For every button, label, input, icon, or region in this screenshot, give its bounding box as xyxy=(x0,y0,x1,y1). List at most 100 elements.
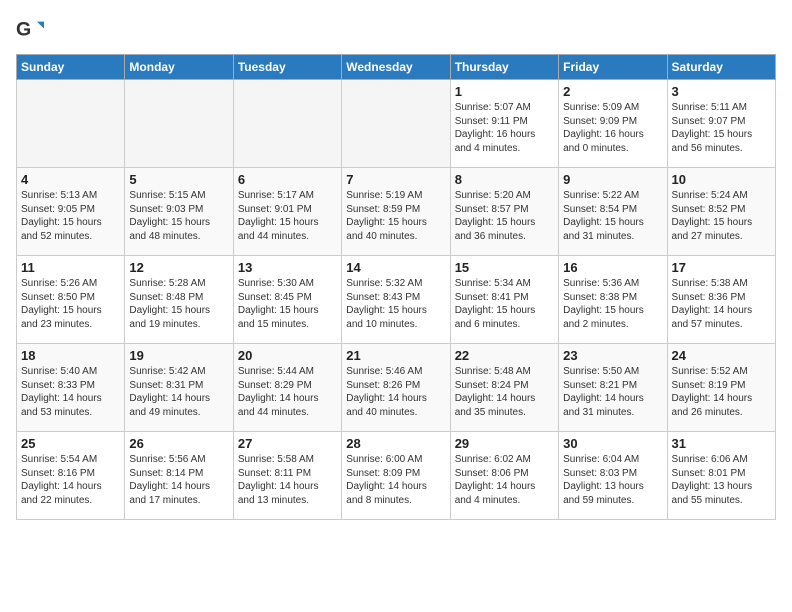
day-info: Sunrise: 5:17 AM Sunset: 9:01 PM Dayligh… xyxy=(238,189,337,243)
calendar-table: SundayMondayTuesdayWednesdayThursdayFrid… xyxy=(16,54,776,520)
day-number: 17 xyxy=(672,260,771,275)
day-info: Sunrise: 5:44 AM Sunset: 8:29 PM Dayligh… xyxy=(238,365,337,419)
day-number: 18 xyxy=(21,348,120,363)
day-info: Sunrise: 5:19 AM Sunset: 8:59 PM Dayligh… xyxy=(346,189,445,243)
day-number: 4 xyxy=(21,172,120,187)
calendar-cell: 22Sunrise: 5:48 AM Sunset: 8:24 PM Dayli… xyxy=(450,344,558,432)
day-number: 20 xyxy=(238,348,337,363)
day-info: Sunrise: 6:06 AM Sunset: 8:01 PM Dayligh… xyxy=(672,453,771,507)
calendar-cell xyxy=(233,80,341,168)
calendar-cell: 14 Sunrise: 5:32 AM Sunset: 8:43 PM Dayli… xyxy=(342,256,450,344)
calendar-cell: 23Sunrise: 5:50 AM Sunset: 8:21 PM Dayli… xyxy=(559,344,667,432)
day-number: 8 xyxy=(455,172,554,187)
day-number: 9 xyxy=(563,172,662,187)
day-number: 1 xyxy=(455,84,554,99)
day-info: Sunrise: 5:26 AM Sunset: 8:50 PM Dayligh… xyxy=(21,277,120,331)
calendar-week-row: 4 Sunrise: 5:13 AM Sunset: 9:05 PM Daylig… xyxy=(17,168,776,256)
day-info: Sunrise: 5:20 AM Sunset: 8:57 PM Dayligh… xyxy=(455,189,554,243)
calendar-cell: 5 Sunrise: 5:15 AM Sunset: 9:03 PM Daylig… xyxy=(125,168,233,256)
day-number: 19 xyxy=(129,348,228,363)
calendar-header-thursday: Thursday xyxy=(450,55,558,80)
calendar-cell xyxy=(342,80,450,168)
svg-text:G: G xyxy=(16,19,31,41)
day-number: 26 xyxy=(129,436,228,451)
calendar-header-friday: Friday xyxy=(559,55,667,80)
calendar-cell: 7 Sunrise: 5:19 AM Sunset: 8:59 PM Daylig… xyxy=(342,168,450,256)
calendar-week-row: 11 Sunrise: 5:26 AM Sunset: 8:50 PM Dayli… xyxy=(17,256,776,344)
calendar-header-monday: Monday xyxy=(125,55,233,80)
day-number: 24 xyxy=(672,348,771,363)
calendar-cell xyxy=(17,80,125,168)
calendar-cell: 4 Sunrise: 5:13 AM Sunset: 9:05 PM Daylig… xyxy=(17,168,125,256)
day-info: Sunrise: 5:22 AM Sunset: 8:54 PM Dayligh… xyxy=(563,189,662,243)
calendar-cell: 9 Sunrise: 5:22 AM Sunset: 8:54 PM Daylig… xyxy=(559,168,667,256)
calendar-cell: 13 Sunrise: 5:30 AM Sunset: 8:45 PM Dayli… xyxy=(233,256,341,344)
day-number: 11 xyxy=(21,260,120,275)
calendar-cell: 31 Sunrise: 6:06 AM Sunset: 8:01 PM Dayli… xyxy=(667,432,775,520)
day-info: Sunrise: 5:09 AM Sunset: 9:09 PM Dayligh… xyxy=(563,101,662,155)
day-number: 3 xyxy=(672,84,771,99)
day-info: Sunrise: 5:48 AM Sunset: 8:24 PM Dayligh… xyxy=(455,365,554,419)
calendar-cell: 12Sunrise: 5:28 AM Sunset: 8:48 PM Dayli… xyxy=(125,256,233,344)
day-number: 31 xyxy=(672,436,771,451)
day-info: Sunrise: 6:02 AM Sunset: 8:06 PM Dayligh… xyxy=(455,453,554,507)
day-number: 21 xyxy=(346,348,445,363)
day-number: 30 xyxy=(563,436,662,451)
calendar-cell: 28 Sunrise: 6:00 AM Sunset: 8:09 PM Dayli… xyxy=(342,432,450,520)
calendar-cell: 2 Sunrise: 5:09 AM Sunset: 9:09 PM Daylig… xyxy=(559,80,667,168)
day-info: Sunrise: 5:46 AM Sunset: 8:26 PM Dayligh… xyxy=(346,365,445,419)
calendar-cell: 16 Sunrise: 5:36 AM Sunset: 8:38 PM Dayli… xyxy=(559,256,667,344)
calendar-header-wednesday: Wednesday xyxy=(342,55,450,80)
day-number: 29 xyxy=(455,436,554,451)
day-info: Sunrise: 6:00 AM Sunset: 8:09 PM Dayligh… xyxy=(346,453,445,507)
logo-icon: G xyxy=(16,16,44,44)
day-number: 15 xyxy=(455,260,554,275)
calendar-cell: 25Sunrise: 5:54 AM Sunset: 8:16 PM Dayli… xyxy=(17,432,125,520)
calendar-cell: 18 Sunrise: 5:40 AM Sunset: 8:33 PM Dayli… xyxy=(17,344,125,432)
day-info: Sunrise: 5:24 AM Sunset: 8:52 PM Dayligh… xyxy=(672,189,771,243)
day-number: 13 xyxy=(238,260,337,275)
day-info: Sunrise: 5:13 AM Sunset: 9:05 PM Dayligh… xyxy=(21,189,120,243)
page-header: G xyxy=(16,16,776,44)
calendar-week-row: 18 Sunrise: 5:40 AM Sunset: 8:33 PM Dayli… xyxy=(17,344,776,432)
day-number: 2 xyxy=(563,84,662,99)
calendar-cell: 10Sunrise: 5:24 AM Sunset: 8:52 PM Dayli… xyxy=(667,168,775,256)
day-number: 28 xyxy=(346,436,445,451)
calendar-header-tuesday: Tuesday xyxy=(233,55,341,80)
calendar-cell: 19 Sunrise: 5:42 AM Sunset: 8:31 PM Dayli… xyxy=(125,344,233,432)
calendar-cell: 21 Sunrise: 5:46 AM Sunset: 8:26 PM Dayli… xyxy=(342,344,450,432)
calendar-cell: 8 Sunrise: 5:20 AM Sunset: 8:57 PM Daylig… xyxy=(450,168,558,256)
calendar-header-row: SundayMondayTuesdayWednesdayThursdayFrid… xyxy=(17,55,776,80)
day-info: Sunrise: 5:40 AM Sunset: 8:33 PM Dayligh… xyxy=(21,365,120,419)
day-info: Sunrise: 5:36 AM Sunset: 8:38 PM Dayligh… xyxy=(563,277,662,331)
day-info: Sunrise: 5:32 AM Sunset: 8:43 PM Dayligh… xyxy=(346,277,445,331)
day-number: 16 xyxy=(563,260,662,275)
calendar-header-saturday: Saturday xyxy=(667,55,775,80)
day-info: Sunrise: 5:58 AM Sunset: 8:11 PM Dayligh… xyxy=(238,453,337,507)
calendar-cell: 26 Sunrise: 5:56 AM Sunset: 8:14 PM Dayli… xyxy=(125,432,233,520)
day-number: 6 xyxy=(238,172,337,187)
day-info: Sunrise: 5:07 AM Sunset: 9:11 PM Dayligh… xyxy=(455,101,554,155)
logo: G xyxy=(16,16,46,44)
day-info: Sunrise: 5:56 AM Sunset: 8:14 PM Dayligh… xyxy=(129,453,228,507)
day-number: 7 xyxy=(346,172,445,187)
calendar-cell: 17 Sunrise: 5:38 AM Sunset: 8:36 PM Dayli… xyxy=(667,256,775,344)
calendar-cell: 24Sunrise: 5:52 AM Sunset: 8:19 PM Dayli… xyxy=(667,344,775,432)
calendar-cell: 15 Sunrise: 5:34 AM Sunset: 8:41 PM Dayli… xyxy=(450,256,558,344)
calendar-cell: 29 Sunrise: 6:02 AM Sunset: 8:06 PM Dayli… xyxy=(450,432,558,520)
day-number: 14 xyxy=(346,260,445,275)
calendar-cell: 27Sunrise: 5:58 AM Sunset: 8:11 PM Dayli… xyxy=(233,432,341,520)
day-info: Sunrise: 5:38 AM Sunset: 8:36 PM Dayligh… xyxy=(672,277,771,331)
day-info: Sunrise: 5:30 AM Sunset: 8:45 PM Dayligh… xyxy=(238,277,337,331)
day-info: Sunrise: 5:15 AM Sunset: 9:03 PM Dayligh… xyxy=(129,189,228,243)
day-info: Sunrise: 5:34 AM Sunset: 8:41 PM Dayligh… xyxy=(455,277,554,331)
day-info: Sunrise: 5:42 AM Sunset: 8:31 PM Dayligh… xyxy=(129,365,228,419)
day-number: 23 xyxy=(563,348,662,363)
day-number: 5 xyxy=(129,172,228,187)
calendar-cell: 20 Sunrise: 5:44 AM Sunset: 8:29 PM Dayli… xyxy=(233,344,341,432)
calendar-cell: 6 Sunrise: 5:17 AM Sunset: 9:01 PM Daylig… xyxy=(233,168,341,256)
day-info: Sunrise: 5:54 AM Sunset: 8:16 PM Dayligh… xyxy=(21,453,120,507)
calendar-cell: 3Sunrise: 5:11 AM Sunset: 9:07 PM Daylig… xyxy=(667,80,775,168)
calendar-cell: 11 Sunrise: 5:26 AM Sunset: 8:50 PM Dayli… xyxy=(17,256,125,344)
calendar-week-row: 1 Sunrise: 5:07 AM Sunset: 9:11 PM Daylig… xyxy=(17,80,776,168)
